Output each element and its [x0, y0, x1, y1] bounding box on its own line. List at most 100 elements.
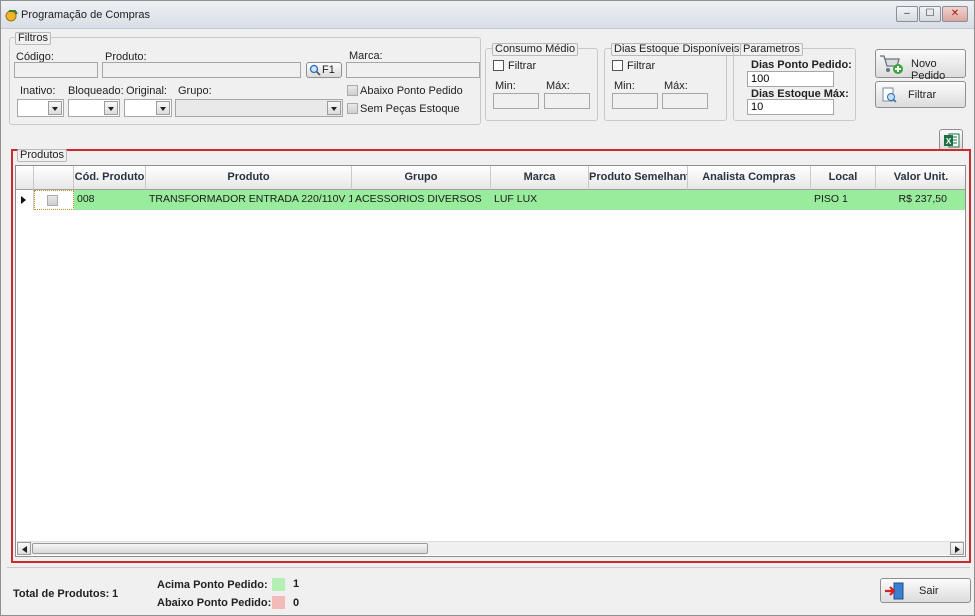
marca-input[interactable]: [346, 62, 480, 78]
cart-add-icon: [880, 55, 903, 74]
dias-estoque-filtrar-checkbox[interactable]: [612, 60, 623, 71]
chevron-down-icon[interactable]: [327, 101, 341, 115]
column-header-analista-compras[interactable]: Analista Compras: [688, 166, 811, 190]
cell-produto: TRANSFORMADOR ENTRADA 220/110V 150...: [149, 193, 352, 205]
excel-icon: X: [944, 133, 960, 148]
minimize-button[interactable]: –: [896, 6, 918, 22]
title-bar[interactable]: Programação de Compras – ☐ ✕: [1, 1, 974, 29]
horizontal-scrollbar[interactable]: [17, 541, 964, 555]
cell-local: PISO 1: [814, 193, 848, 205]
acima-ponto-pedido-swatch: [272, 578, 285, 591]
codigo-input[interactable]: [14, 62, 98, 78]
column-header-grupo[interactable]: Grupo: [352, 166, 491, 190]
total-produtos-value: 1: [112, 588, 119, 600]
column-header-cod-produto[interactable]: Cód. Produto: [74, 166, 146, 190]
chevron-left-icon: [22, 546, 27, 553]
sair-button[interactable]: Sair: [880, 578, 971, 603]
dias-estoque-max-label: Máx:: [664, 80, 688, 92]
inativo-select[interactable]: [17, 99, 64, 117]
footer-divider: [7, 567, 970, 568]
inativo-label: Inativo:: [20, 85, 56, 97]
cell-valor-unit: R$ 237,50: [898, 193, 947, 205]
table-row[interactable]: 008 TRANSFORMADOR ENTRADA 220/110V 150..…: [16, 190, 965, 210]
acima-ponto-pedido-label: Acima Ponto Pedido:: [157, 579, 268, 591]
row-indicator[interactable]: [16, 190, 34, 210]
close-button[interactable]: ✕: [942, 6, 968, 22]
bloqueado-select[interactable]: [68, 99, 120, 117]
excel-export-button[interactable]: X: [939, 129, 963, 151]
column-header-select[interactable]: [34, 166, 74, 190]
app-icon: [5, 10, 18, 22]
filtrar-button[interactable]: Filtrar: [875, 81, 966, 108]
dias-estoque-max-input[interactable]: 10: [747, 99, 834, 115]
produtos-group-label: Produtos: [17, 149, 68, 162]
maximize-button[interactable]: ☐: [919, 6, 941, 22]
chevron-down-icon[interactable]: [48, 101, 62, 115]
column-header-local[interactable]: Local: [811, 166, 876, 190]
novo-pedido-label: Novo Pedido: [911, 58, 946, 82]
original-label: Original:: [126, 85, 167, 97]
f1-label: F1: [322, 64, 335, 76]
abaixo-ponto-pedido-legend-label: Abaixo Ponto Pedido:: [157, 597, 272, 609]
row-select-cell[interactable]: [34, 190, 74, 210]
parametros-group-label: Parametros: [740, 43, 803, 56]
dias-ponto-pedido-label: Dias Ponto Pedido:: [751, 59, 852, 71]
dias-ponto-pedido-input[interactable]: 100: [747, 71, 834, 87]
dias-estoque-max-input[interactable]: [662, 93, 708, 109]
original-select[interactable]: [124, 99, 172, 117]
consumo-filtrar-label: Filtrar: [508, 60, 537, 72]
bloqueado-label: Bloqueado:: [68, 85, 124, 97]
exit-door-icon: [885, 582, 904, 600]
cell-analista-compras: [688, 190, 811, 210]
column-header-produto-semelhante[interactable]: Produto Semelhante: [589, 166, 688, 190]
column-header-marca[interactable]: Marca: [491, 166, 589, 190]
novo-pedido-button[interactable]: Novo Pedido: [875, 49, 966, 82]
consumo-medio-group-label: Consumo Médio: [492, 43, 579, 56]
cell-cod-produto: 008: [77, 193, 95, 205]
window-title: Programação de Compras: [21, 9, 151, 21]
abaixo-ponto-pedido-value: 0: [293, 597, 300, 609]
column-header-valor-unit[interactable]: Valor Unit.: [876, 166, 965, 190]
dias-estoque-min-label: Min:: [614, 80, 635, 92]
abaixo-ponto-pedido-label: Abaixo Ponto Pedido: [360, 85, 463, 97]
total-produtos-label: Total de Produtos:: [13, 588, 110, 600]
search-icon: [309, 64, 321, 76]
row-header-column: [16, 166, 34, 190]
dias-estoque-filtrar-label: Filtrar: [627, 60, 656, 72]
row-pointer-icon: [21, 196, 26, 204]
sem-pecas-estoque-checkbox[interactable]: [347, 103, 358, 114]
dias-estoque-group-label: Dias Estoque Disponíveis: [611, 43, 743, 56]
produtos-grid[interactable]: Cód. Produto Produto Grupo Marca Produto…: [15, 165, 966, 557]
dias-estoque-min-input[interactable]: [612, 93, 658, 109]
acima-ponto-pedido-value: 1: [293, 578, 300, 590]
chevron-down-icon[interactable]: [104, 101, 118, 115]
produto-input[interactable]: [102, 62, 301, 78]
consumo-min-input[interactable]: [493, 93, 539, 109]
consumo-max-input[interactable]: [544, 93, 590, 109]
abaixo-ponto-pedido-checkbox[interactable]: [347, 85, 358, 96]
filtros-group-label: Filtros: [15, 32, 51, 45]
consumo-min-label: Min:: [495, 80, 516, 92]
sem-pecas-estoque-label: Sem Peças Estoque: [360, 103, 460, 115]
filter-document-icon: [882, 87, 897, 103]
abaixo-ponto-pedido-swatch: [272, 596, 285, 609]
sair-label: Sair: [919, 585, 939, 597]
grupo-label: Grupo:: [178, 85, 212, 97]
grupo-select[interactable]: [175, 99, 343, 117]
consumo-max-label: Máx:: [546, 80, 570, 92]
chevron-right-icon: [955, 546, 960, 553]
main-window: Programação de Compras – ☐ ✕ Filtros Cód…: [0, 0, 975, 616]
column-header-produto[interactable]: Produto: [146, 166, 352, 190]
svg-text:X: X: [946, 137, 952, 146]
scroll-right-button[interactable]: [950, 542, 964, 555]
row-select-checkbox[interactable]: [47, 195, 58, 206]
cell-grupo: ACESSORIOS DIVERSOS: [355, 193, 482, 205]
f1-search-button[interactable]: F1: [306, 62, 342, 78]
chevron-down-icon[interactable]: [156, 101, 170, 115]
marca-label: Marca:: [349, 50, 383, 62]
consumo-filtrar-checkbox[interactable]: [493, 60, 504, 71]
scroll-left-button[interactable]: [17, 542, 31, 555]
cell-marca: LUF LUX: [494, 193, 538, 205]
window-controls: – ☐ ✕: [895, 6, 968, 22]
scroll-thumb[interactable]: [32, 543, 428, 554]
